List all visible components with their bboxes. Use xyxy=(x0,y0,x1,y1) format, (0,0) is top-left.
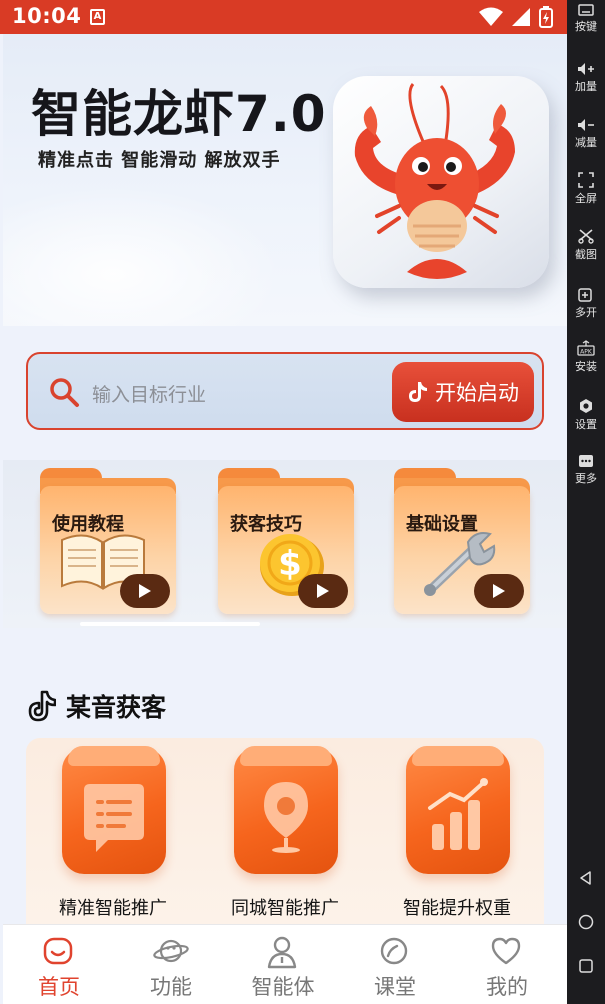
nav-label: 课堂 xyxy=(374,975,416,999)
sidebar-fullscreen[interactable]: 全屏 xyxy=(567,172,605,206)
more-icon xyxy=(579,455,593,467)
tiktok-icon xyxy=(409,382,427,402)
phone-screen: 10:04 A 智能龙虾7.0 精准点击 智能滑动 解放双手 输入目标行业 开始… xyxy=(0,0,567,1004)
banner-title: 智能龙虾7.0 xyxy=(31,85,327,143)
sidebar-recents[interactable] xyxy=(567,958,605,974)
emulator-sidebar: 按键 加量 减量 全屏 截图 多开 APK 安装 设置 更多 xyxy=(567,0,605,1004)
bar-chart-icon xyxy=(428,778,488,850)
feature-label: 智能提升权重 xyxy=(403,898,511,919)
nav-classroom[interactable]: 课堂 xyxy=(339,925,451,1004)
feature-boost-weight[interactable]: 智能提升权重 xyxy=(382,746,532,928)
keyboard-icon xyxy=(578,4,594,16)
location-pin-icon xyxy=(264,782,308,853)
sidebar-home[interactable] xyxy=(567,914,605,930)
recents-square-icon xyxy=(579,959,593,973)
chat-list-icon xyxy=(84,784,144,852)
start-button-label: 开始启动 xyxy=(435,381,519,405)
classroom-icon xyxy=(380,937,408,965)
sidebar-volume-down[interactable]: 减量 xyxy=(567,118,605,150)
play-button[interactable] xyxy=(474,574,524,608)
back-triangle-icon xyxy=(580,871,591,885)
home-circle-icon xyxy=(578,914,594,930)
person-icon xyxy=(267,936,297,969)
svg-text:APK: APK xyxy=(580,349,593,356)
card-tutorial[interactable]: 使用教程 xyxy=(40,468,176,614)
start-button[interactable]: 开始启动 xyxy=(392,362,534,422)
nav-label: 功能 xyxy=(150,975,192,999)
play-icon xyxy=(493,584,505,598)
nav-label: 我的 xyxy=(486,975,528,999)
volume-down-icon xyxy=(578,119,594,131)
signal-icon xyxy=(512,8,530,26)
play-icon xyxy=(317,584,329,598)
tiktok-icon xyxy=(28,690,56,722)
apk-icon: APK xyxy=(577,340,595,356)
feature-precise-promo[interactable]: 精准智能推广 xyxy=(38,746,188,928)
sidebar-back[interactable] xyxy=(567,870,605,886)
play-button[interactable] xyxy=(120,574,170,608)
nav-label: 首页 xyxy=(38,975,80,999)
sidebar-keys[interactable]: 按键 xyxy=(567,4,605,34)
sidebar-more[interactable]: 更多 xyxy=(567,454,605,486)
battery-icon xyxy=(539,6,553,28)
sidebar-multi-instance[interactable]: 多开 xyxy=(567,286,605,320)
feature-label: 精准智能推广 xyxy=(59,898,167,919)
feature-panel: 精准智能推广 同城智能推广 智能提升权重 xyxy=(26,738,544,938)
planet-icon xyxy=(153,939,189,963)
nav-label: 智能体 xyxy=(251,975,315,999)
sidebar-settings[interactable]: 设置 xyxy=(567,398,605,432)
notification-icon: A xyxy=(90,9,105,25)
wifi-icon xyxy=(479,7,503,26)
multi-window-icon xyxy=(578,288,592,302)
feature-label: 同城智能推广 xyxy=(231,898,339,919)
play-button[interactable] xyxy=(298,574,348,608)
sidebar-install[interactable]: APK 安装 xyxy=(567,340,605,374)
card-settings[interactable]: 基础设置 xyxy=(394,468,530,614)
carousel-scroll-indicator xyxy=(80,622,260,626)
search-icon xyxy=(50,378,79,407)
search-bar[interactable]: 输入目标行业 开始启动 xyxy=(26,352,544,430)
play-icon xyxy=(139,584,151,598)
gear-icon xyxy=(580,399,592,413)
nav-mine[interactable]: 我的 xyxy=(451,925,563,1004)
home-icon xyxy=(43,937,73,965)
scissors-icon xyxy=(578,229,594,244)
card-tips[interactable]: 获客技巧 $ xyxy=(218,468,354,614)
search-input[interactable]: 输入目标行业 xyxy=(92,380,206,407)
sidebar-volume-up[interactable]: 加量 xyxy=(567,62,605,94)
lobster-mascot-card xyxy=(333,76,549,288)
heart-icon xyxy=(491,937,521,965)
lobster-icon xyxy=(354,83,515,279)
nav-features[interactable]: 功能 xyxy=(115,925,227,1004)
bottom-nav: 首页 功能 智能体 课堂 我的 xyxy=(3,924,567,1004)
nav-home[interactable]: 首页 xyxy=(3,925,115,1004)
fullscreen-icon xyxy=(578,172,594,188)
svg-text:$: $ xyxy=(278,544,302,584)
banner-subtitle: 精准点击 智能滑动 解放双手 xyxy=(38,150,281,171)
section-title: 某音获客 xyxy=(66,693,167,722)
section-header: 某音获客 xyxy=(28,688,166,724)
status-bar: 10:04 A xyxy=(0,0,567,34)
sidebar-screenshot[interactable]: 截图 xyxy=(567,228,605,262)
nav-agent[interactable]: 智能体 xyxy=(227,925,339,1004)
hero-banner: 智能龙虾7.0 精准点击 智能滑动 解放双手 xyxy=(3,34,567,326)
feature-local-promo[interactable]: 同城智能推广 xyxy=(210,746,360,928)
status-time: 10:04 xyxy=(12,4,82,28)
volume-up-icon xyxy=(578,63,594,75)
